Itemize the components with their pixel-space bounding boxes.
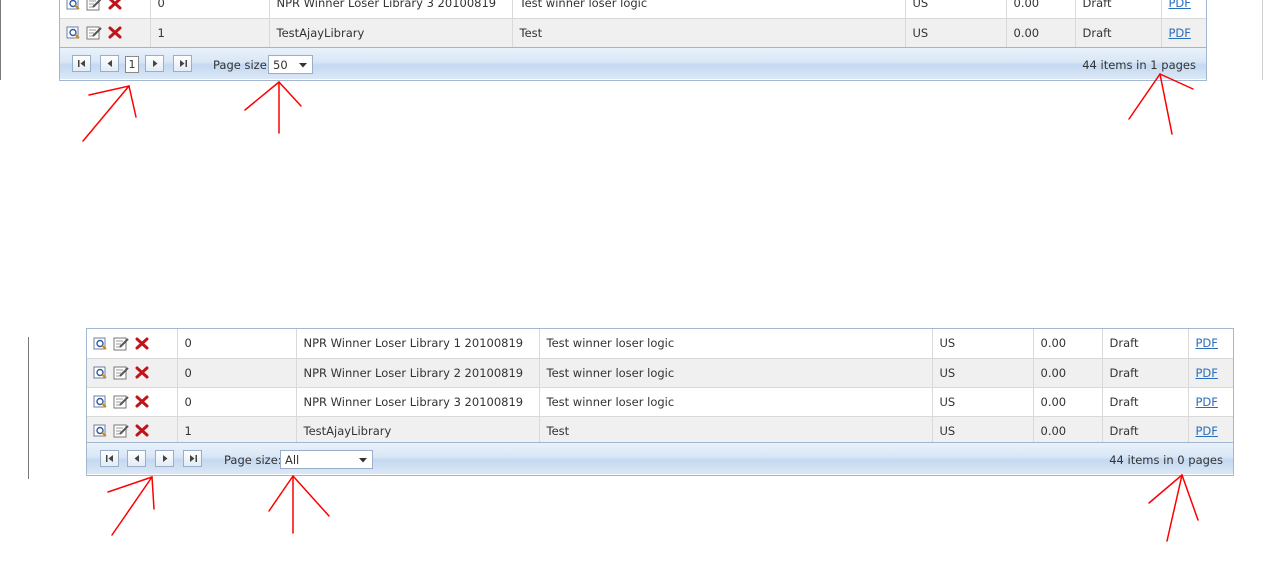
annotation-arrow	[107, 476, 153, 493]
annotation-arrow	[128, 85, 137, 118]
annotation-arrow	[278, 81, 302, 107]
annotation-arrow	[1128, 73, 1161, 120]
annotation-arrow	[268, 475, 294, 512]
annotation-arrow	[1159, 73, 1173, 135]
annotation-arrow	[292, 475, 330, 517]
annotation-arrow	[111, 476, 153, 536]
annotation-arrows	[82, 73, 1199, 542]
annotation-arrow	[1181, 474, 1199, 521]
annotation-arrow	[151, 476, 155, 510]
annotation-arrow	[244, 81, 280, 111]
annotation-arrow	[1159, 73, 1194, 90]
